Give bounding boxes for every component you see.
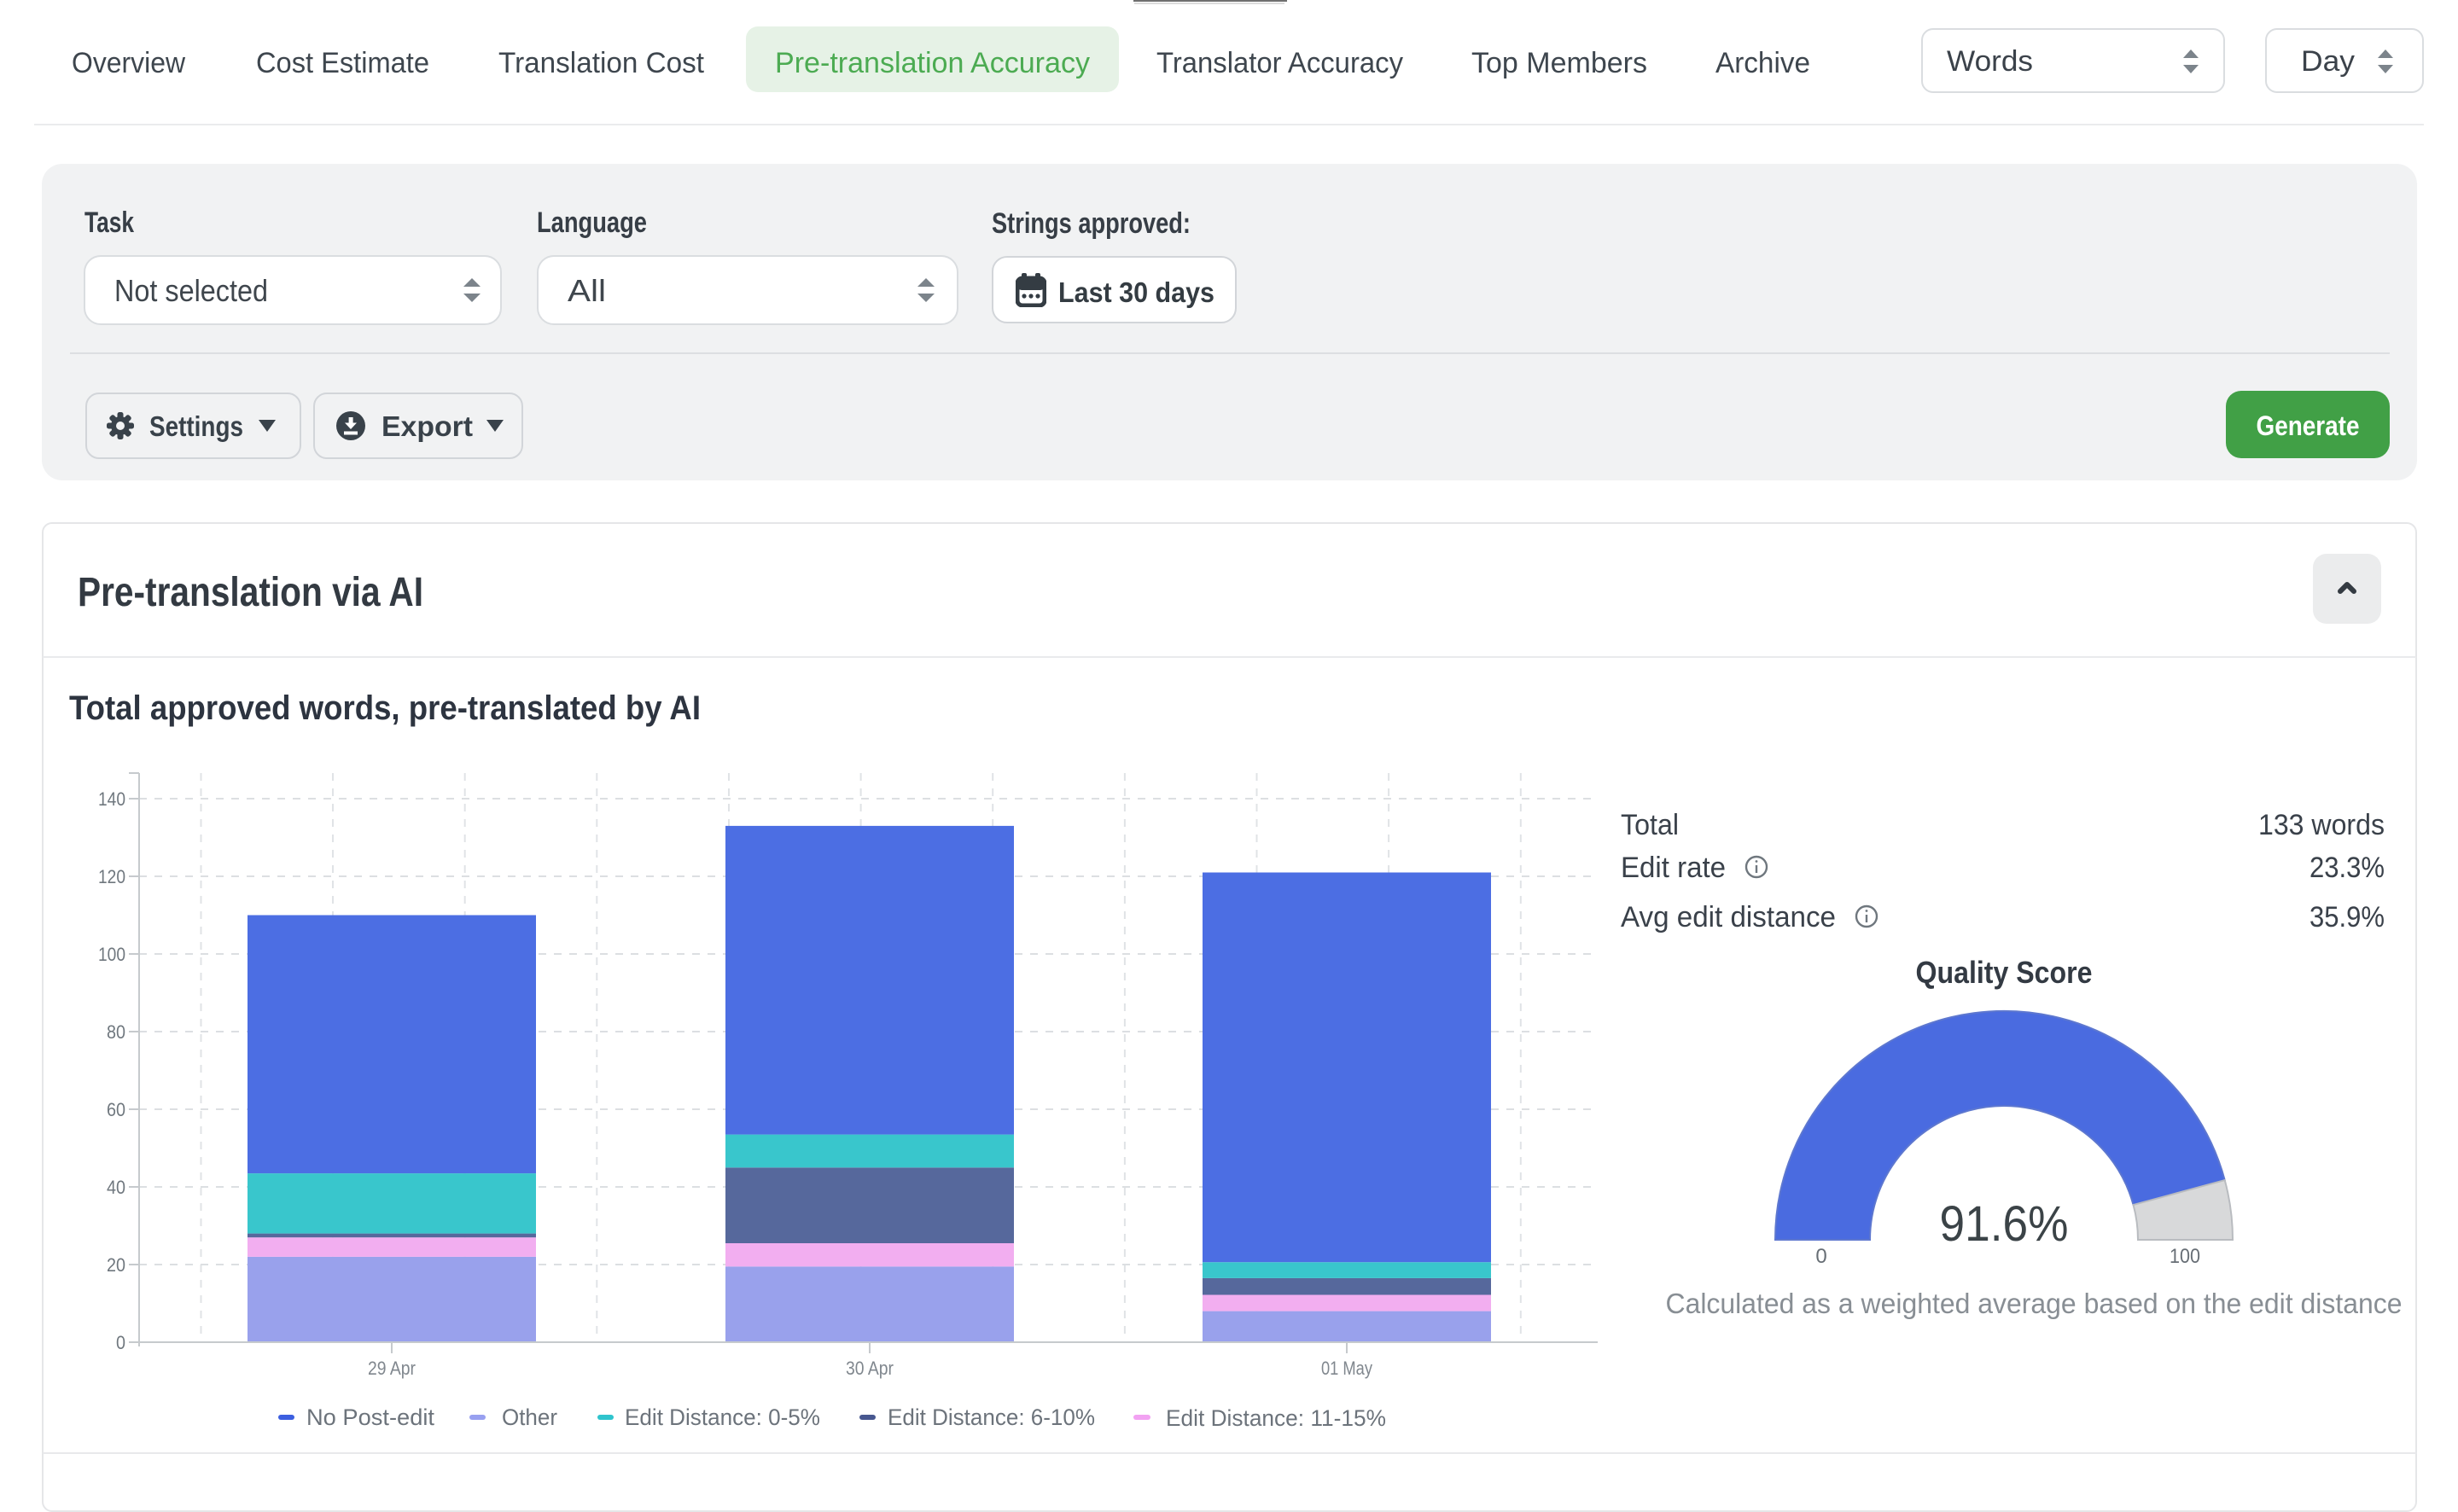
svg-text:Pre-translation via AI: Pre-translation via AI xyxy=(78,570,423,615)
svg-text:Top Members: Top Members xyxy=(1471,47,1647,79)
svg-text:Other: Other xyxy=(502,1404,557,1430)
svg-text:91.6%: 91.6% xyxy=(1940,1196,2069,1252)
svg-text:Edit Distance: 6-10%: Edit Distance: 6-10% xyxy=(888,1404,1095,1430)
svg-text:29 Apr: 29 Apr xyxy=(368,1358,416,1379)
svg-text:Total approved words, pre-tran: Total approved words, pre-translated by … xyxy=(69,689,701,727)
svg-text:Task: Task xyxy=(84,206,134,239)
svg-text:Total: Total xyxy=(1621,809,1679,841)
svg-text:Words: Words xyxy=(1947,45,2033,78)
svg-text:Settings: Settings xyxy=(149,410,243,442)
svg-text:Cost Estimate: Cost Estimate xyxy=(256,47,429,79)
svg-text:Pre-translation Accuracy: Pre-translation Accuracy xyxy=(775,47,1090,79)
svg-text:Avg edit distance: Avg edit distance xyxy=(1621,901,1836,933)
svg-text:Archive: Archive xyxy=(1715,47,1810,79)
svg-text:Quality Score: Quality Score xyxy=(1916,955,2093,990)
svg-text:0: 0 xyxy=(116,1332,125,1353)
svg-text:100: 100 xyxy=(2170,1245,2200,1268)
svg-text:Last 30 days: Last 30 days xyxy=(1058,276,1214,308)
svg-text:Generate: Generate xyxy=(2257,410,2360,441)
svg-text:100: 100 xyxy=(98,944,125,965)
svg-text:35.9%: 35.9% xyxy=(2309,901,2385,933)
svg-text:No Post-edit: No Post-edit xyxy=(306,1404,434,1430)
svg-text:Translator Accuracy: Translator Accuracy xyxy=(1156,47,1403,79)
svg-text:Edit rate: Edit rate xyxy=(1621,852,1726,884)
svg-text:All: All xyxy=(568,273,606,308)
svg-text:120: 120 xyxy=(98,866,125,887)
svg-text:Calculated as a weighted avera: Calculated as a weighted average based o… xyxy=(1666,1288,2403,1319)
svg-text:01 May: 01 May xyxy=(1321,1358,1372,1379)
svg-text:140: 140 xyxy=(98,788,125,810)
svg-text:Language: Language xyxy=(537,206,647,239)
svg-text:60: 60 xyxy=(107,1099,125,1120)
svg-text:23.3%: 23.3% xyxy=(2309,852,2385,884)
svg-text:Export: Export xyxy=(382,410,473,442)
svg-text:Strings approved:: Strings approved: xyxy=(992,207,1191,240)
svg-text:Edit Distance: 11-15%: Edit Distance: 11-15% xyxy=(1166,1405,1386,1431)
svg-text:0: 0 xyxy=(1815,1245,1826,1268)
svg-text:20: 20 xyxy=(107,1254,125,1276)
svg-text:Edit Distance: 0-5%: Edit Distance: 0-5% xyxy=(625,1404,820,1430)
svg-text:Not selected: Not selected xyxy=(114,273,268,308)
svg-text:30 Apr: 30 Apr xyxy=(846,1358,894,1379)
svg-text:133 words: 133 words xyxy=(2258,809,2385,841)
svg-text:80: 80 xyxy=(107,1021,125,1043)
svg-text:Translation Cost: Translation Cost xyxy=(498,47,705,79)
svg-text:Overview: Overview xyxy=(72,47,185,79)
svg-text:Day: Day xyxy=(2301,45,2355,78)
svg-text:40: 40 xyxy=(107,1177,125,1198)
